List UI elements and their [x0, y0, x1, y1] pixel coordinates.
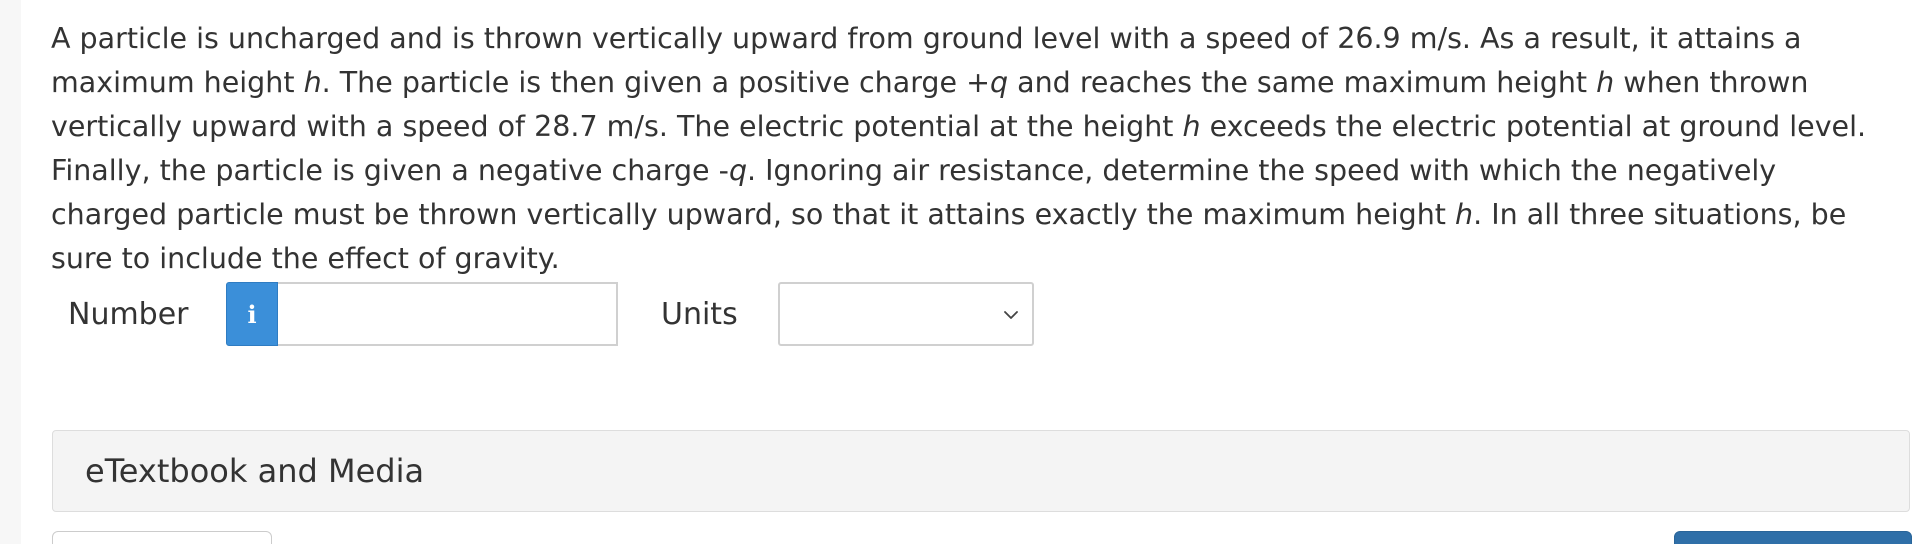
answer-row: Number i Units — [68, 282, 1068, 348]
question-text-segment: . The particle is then given a positive … — [321, 66, 990, 99]
info-button[interactable]: i — [226, 282, 278, 346]
number-label: Number — [68, 297, 189, 332]
variable-h: h — [303, 66, 322, 99]
question-text: A particle is uncharged and is thrown ve… — [51, 17, 1901, 281]
etextbook-media-title: eTextbook and Media — [85, 452, 425, 490]
variable-h: h — [1596, 66, 1615, 99]
question-paragraph: A particle is uncharged and is thrown ve… — [51, 17, 1901, 281]
number-input[interactable] — [278, 282, 618, 346]
variable-h: h — [1182, 110, 1201, 143]
question-page: A particle is uncharged and is thrown ve… — [0, 0, 1928, 544]
info-icon: i — [247, 299, 257, 329]
variable-q: q — [989, 66, 1009, 99]
question-text-segment: and reaches the same maximum height — [1008, 66, 1597, 99]
secondary-action-button[interactable] — [52, 531, 272, 544]
units-select[interactable] — [778, 282, 1034, 346]
variable-h: h — [1455, 198, 1474, 231]
left-margin-rule — [0, 0, 21, 544]
etextbook-media-panel[interactable]: eTextbook and Media — [52, 430, 1910, 512]
variable-q: q — [728, 154, 748, 187]
units-label: Units — [661, 297, 738, 332]
primary-action-button[interactable] — [1674, 531, 1912, 544]
chevron-down-icon — [1004, 311, 1018, 319]
